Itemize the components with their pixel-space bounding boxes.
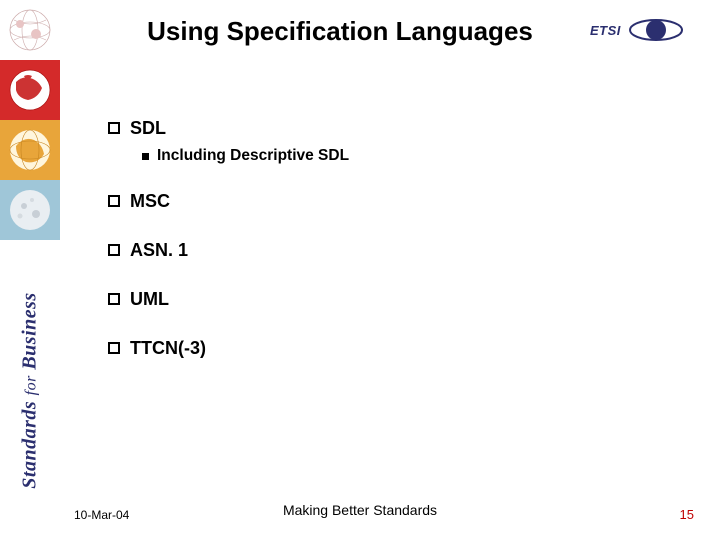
list-item: MSC [108,191,628,212]
list-item: SDL [108,118,628,139]
list-item: UML [108,289,628,310]
globe-red-icon [0,60,60,120]
vertical-word-1: Standards [19,400,41,488]
list-item-label: SDL [130,118,166,139]
list-item-label: ASN. 1 [130,240,188,261]
slide: Standards for Business Using Specificati… [0,0,720,540]
vertical-word-3: Business [19,292,41,369]
footer-emblem-icon [337,490,383,526]
checkbox-bullet-icon [108,342,120,354]
etsi-logo: ETSI [590,14,698,46]
checkbox-bullet-icon [108,244,120,256]
list-item-label: TTCN(-3) [130,338,206,359]
square-bullet-icon [142,153,149,160]
footer-center-text: Making Better Standards [283,502,437,518]
vertical-word-2: for [23,375,40,395]
left-strip: Standards for Business [0,0,60,540]
vertical-brand-label: Standards for Business [0,240,60,540]
checkbox-bullet-icon [108,195,120,207]
footer-date: 10-Mar-04 [74,508,129,522]
globe-sketch-icon [0,0,60,60]
list-item-label: UML [130,289,169,310]
etsi-logo-mark [627,17,685,43]
bullet-list: SDL Including Descriptive SDL MSC ASN. 1… [108,118,628,387]
list-item: TTCN(-3) [108,338,628,359]
checkbox-bullet-icon [108,122,120,134]
slide-title: Using Specification Languages [100,16,580,47]
list-subitem-label: Including Descriptive SDL [157,147,349,165]
checkbox-bullet-icon [108,293,120,305]
list-item-label: MSC [130,191,170,212]
footer-page-number: 15 [680,507,694,522]
globe-orange-icon [0,120,60,180]
list-subitem: Including Descriptive SDL [142,147,628,165]
list-item: ASN. 1 [108,240,628,261]
moon-icon [0,180,60,240]
etsi-logo-text: ETSI [590,23,621,38]
